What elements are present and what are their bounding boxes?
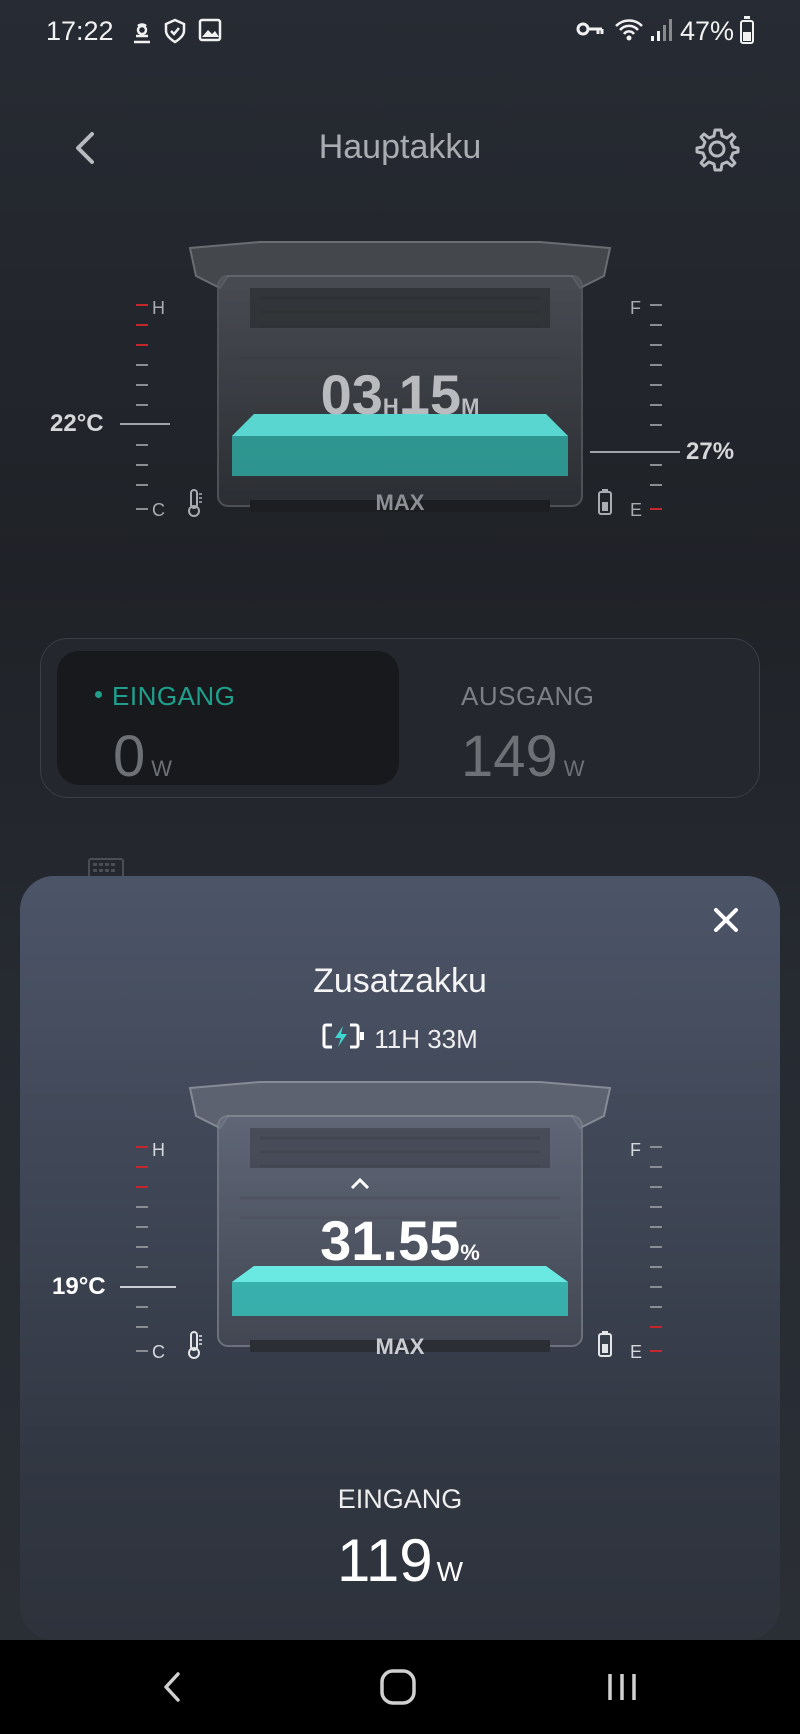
gauge-empty-label: E <box>630 500 643 520</box>
status-battery-percent: 47% <box>680 16 735 46</box>
battery-level-icon <box>597 488 613 521</box>
nav-home-icon[interactable] <box>368 1662 428 1712</box>
extra-max-label: MAX <box>375 1334 425 1359</box>
temperature-reading: 22°C <box>50 410 104 437</box>
status-time: 17:22 <box>46 16 114 46</box>
nav-back-icon[interactable] <box>142 1662 202 1712</box>
extra-input-power: 119 W <box>336 1527 464 1594</box>
extra-thermometer-icon <box>186 1330 204 1365</box>
shield-icon <box>164 18 186 50</box>
gear-icon[interactable] <box>694 126 740 172</box>
charge-time: 11H 33M <box>374 1024 478 1054</box>
max-label: MAX <box>375 490 425 515</box>
main-battery-visual: 03H15M MAX <box>180 228 620 528</box>
thermometer-icon <box>186 488 204 523</box>
input-label: EINGANG <box>95 681 235 712</box>
status-bar: 17:22 47% <box>0 0 800 64</box>
extra-gauge-full-label: F <box>630 1140 641 1160</box>
output-power: 149 W <box>461 724 585 789</box>
charge-time-row: 11H 33M <box>0 1023 800 1058</box>
extra-temperature-reading: 19°C <box>52 1273 106 1300</box>
alarm-icon <box>130 18 154 50</box>
output-label[interactable]: AUSGANG <box>461 681 595 712</box>
gauge-full-label: F <box>630 298 641 318</box>
extra-battery-visual: 31.55% MAX <box>180 1068 620 1368</box>
wifi-icon <box>614 18 644 48</box>
extra-input-label: EINGANG <box>337 1484 463 1514</box>
gauge-hot-label: H <box>152 298 165 318</box>
gauge-cold-label: C <box>152 500 165 520</box>
close-icon[interactable] <box>706 900 746 940</box>
power-summary-card: EINGANG 0W AUSGANG 149 W <box>40 638 760 798</box>
extra-gauge-cold-label: C <box>152 1342 165 1362</box>
charging-battery-icon <box>322 1023 366 1056</box>
extra-gauge-hot-label: H <box>152 1140 165 1160</box>
remaining-time: 03H15M <box>320 363 480 426</box>
system-nav-bar <box>0 1640 800 1734</box>
image-icon <box>198 18 222 48</box>
sheet-title: Zusatzakku <box>313 962 487 1000</box>
input-power: 0W <box>113 724 173 789</box>
extra-gauge-empty-label: E <box>630 1342 643 1362</box>
signal-icon <box>650 18 672 48</box>
extra-battery-percent: 31.55% <box>320 1209 480 1272</box>
nav-recents-icon[interactable] <box>592 1662 652 1712</box>
charge-reading: 27% <box>686 438 735 465</box>
vpn-key-icon <box>576 18 604 46</box>
input-tab[interactable]: EINGANG 0W <box>57 651 399 789</box>
extra-battery-level-icon <box>597 1330 613 1363</box>
page-title: Hauptakku <box>318 128 482 166</box>
battery-icon <box>740 16 754 44</box>
